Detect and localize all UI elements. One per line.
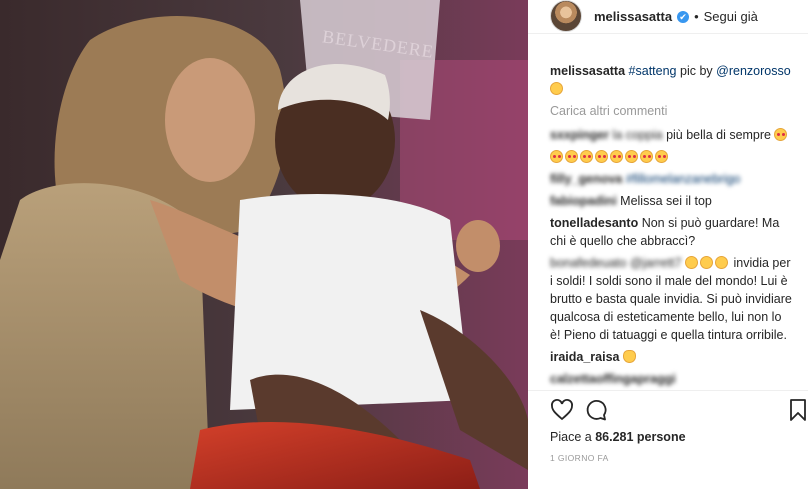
smile-emoji-icon [550,82,563,95]
grimace-emoji-icon [700,256,714,269]
header-separator: • [694,9,699,24]
post-date[interactable]: 1 GIORNO FA [550,453,609,463]
caption-emoji-line [550,80,808,98]
like-button[interactable] [550,398,576,424]
comment-item: iraida_raisa [550,348,808,366]
caption-username[interactable]: melissasatta [550,64,625,78]
grimace-emoji-icon [715,256,729,269]
comment-username[interactable]: tonelladesanto [550,216,638,230]
heart-eyes-emoji-icon [550,150,563,163]
heart-eyes-emoji-icon [625,150,638,163]
caption-hashtag[interactable]: #satteng [629,64,677,78]
comment-item: fabiopadini Melissa sei il top [550,192,808,210]
bookmark-icon [790,399,806,421]
post-photo[interactable]: BELVEDERE [0,0,528,489]
heart-eyes-emoji-icon [595,150,608,163]
comment-item: tonelladesanto Non si può guardare! Ma c… [550,214,795,250]
verified-icon: ✔ [677,10,690,23]
comment-item: calzettaoffingapraggi [550,370,808,388]
comment-item: bonafedeuato @jarrett7 invidia per i sol… [550,254,795,344]
heart-eyes-emoji-icon [580,150,593,163]
header-username[interactable]: melissasatta [594,9,672,24]
caption: melissasatta #satteng pic by @renzorosso [550,62,808,80]
caption-text: pic by [680,64,713,78]
likes-number: 86.281 [595,430,634,444]
likes-prefix: Piace a [550,430,592,444]
comment-username[interactable]: fabiopadini [550,194,617,208]
heart-eyes-emoji-icon [640,150,653,163]
comment-username[interactable]: calzettaoffingapraggi [550,372,676,386]
likes-suffix: persone [636,430,686,444]
grimace-emoji-icon [685,256,699,269]
action-bar [550,398,808,424]
actions-divider [528,390,808,391]
comment-text: Melissa sei il top [620,194,712,208]
heart-icon [551,399,573,421]
heart-eyes-emoji-icon [655,150,668,163]
comment-blurred-text: bonafedeuato @jarrett7 [550,256,682,270]
comment-item: filly_genova #fillomelanzanebrigo [550,170,808,188]
comment-username[interactable]: sxxpinger [550,128,609,142]
likes-count[interactable]: Piace a 86.281 persone [550,430,686,444]
heart-eyes-emoji-icon [565,150,578,163]
comment-blurred-text: la coppia [612,128,663,142]
post-header: melissasatta ✔ • Segui già [528,0,808,34]
heart-eyes-emoji-icon [774,128,788,141]
comment-username[interactable]: iraida_raisa [550,350,620,364]
comment-username[interactable]: filly_genova [550,172,622,186]
save-button[interactable] [786,398,808,424]
comment-blurred-text: #fillomelanzanebrigo [625,172,741,186]
comment-emoji-row [550,148,808,166]
load-more-comments[interactable]: Carica altri commenti [550,104,808,118]
clap-emoji-icon [622,350,636,363]
comment-button[interactable] [584,398,610,424]
comments-section: melissasatta #satteng pic by @renzorosso… [550,62,808,392]
caption-mention[interactable]: @renzorosso [716,64,791,78]
avatar[interactable] [550,0,582,32]
follow-button[interactable]: Segui già [704,9,758,24]
photo-illustration [0,0,528,489]
heart-eyes-emoji-icon [610,150,623,163]
comment-item: sxxpinger la coppia più bella di sempre [550,126,808,144]
comment-icon [586,400,607,421]
comment-text: più bella di sempre [666,128,771,142]
